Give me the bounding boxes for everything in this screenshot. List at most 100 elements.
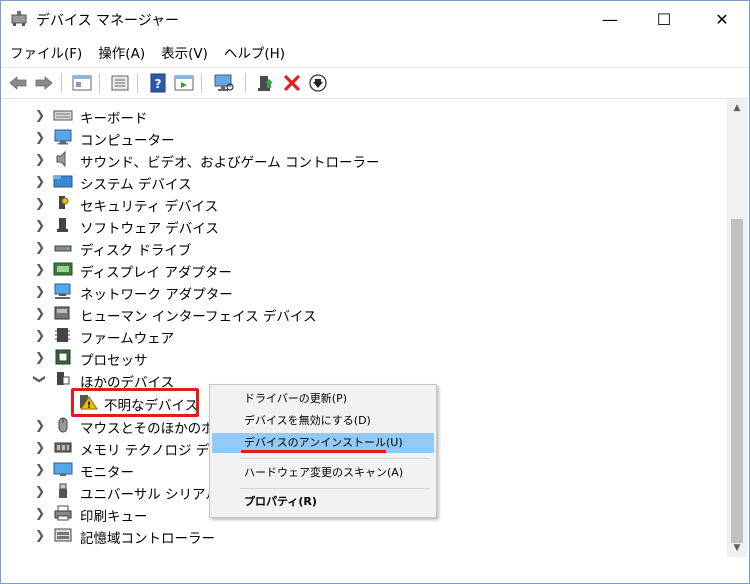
chevron-right-icon[interactable]: ❯ (34, 506, 46, 520)
tree-item-label: セキュリティ デバイス (80, 199, 219, 215)
toolbar: ? (1, 67, 749, 99)
toolbar-separator (61, 73, 62, 93)
uninstall-underline (241, 450, 386, 453)
minimize-button[interactable]: — (587, 1, 633, 37)
tree-item-computer[interactable]: ❯ コンピューター (1, 126, 721, 149)
other-devices-icon (57, 372, 70, 385)
back-arrow-icon[interactable] (7, 72, 29, 94)
storage-controller-icon (54, 528, 72, 542)
speaker-icon (56, 151, 66, 167)
action-icon[interactable] (173, 72, 195, 94)
chevron-right-icon[interactable]: ❯ (34, 262, 46, 276)
chevron-right-icon[interactable]: ❯ (34, 108, 46, 122)
tree-item-label: システム デバイス (80, 177, 192, 193)
update-driver-icon[interactable] (255, 72, 277, 94)
chevron-right-icon[interactable]: ❯ (34, 218, 46, 232)
context-item-label: プロパティ(R) (244, 495, 317, 508)
software-device-icon (57, 218, 68, 232)
mouse-icon (58, 417, 68, 433)
chevron-right-icon[interactable]: ❯ (34, 130, 46, 144)
system-folder-icon (53, 175, 73, 188)
maximize-button[interactable]: ☐ (641, 1, 687, 37)
context-separator (240, 488, 430, 489)
tree-item-hid[interactable]: ❯ ヒューマン インターフェイス デバイス (1, 302, 721, 325)
scroll-down-icon[interactable]: ▼ (727, 539, 747, 557)
chevron-right-icon[interactable]: ❯ (34, 328, 46, 342)
uninstall-x-icon[interactable] (281, 72, 303, 94)
vertical-scrollbar[interactable]: ▲ ▼ (727, 99, 747, 557)
tree-item-label: 記憶域コントローラー (80, 531, 215, 547)
tree-item-processor[interactable]: ❯ プロセッサ (1, 346, 721, 369)
download-icon[interactable] (307, 72, 329, 94)
properties-icon[interactable] (71, 72, 93, 94)
toolbar-separator (201, 73, 202, 93)
menu-bar: ファイル(F) 操作(A) 表示(V) ヘルプ(H) (1, 39, 749, 65)
chevron-right-icon[interactable]: ❯ (34, 484, 46, 498)
context-item-label: ドライバーの更新(P) (244, 392, 347, 405)
menu-help[interactable]: ヘルプ(H) (215, 42, 292, 62)
chevron-right-icon[interactable]: ❯ (34, 440, 46, 454)
context-update-driver[interactable]: ドライバーの更新(P) (212, 389, 434, 409)
tree-item-sound[interactable]: ❯ サウンド、ビデオ、およびゲーム コントローラー (1, 148, 721, 171)
chevron-right-icon[interactable]: ❯ (34, 284, 46, 298)
processor-icon (55, 349, 71, 365)
chevron-down-icon[interactable]: ❯ (33, 373, 47, 385)
tree-item-security[interactable]: ❯ セキュリティ デバイス (1, 192, 721, 215)
tree-item-label: プロセッサ (80, 353, 148, 369)
firmware-icon (55, 328, 70, 342)
tree-item-label: ネットワーク アダプター (80, 287, 233, 303)
usb-icon (59, 483, 67, 498)
tree-item-label: コンピューター (80, 133, 175, 149)
scroll-up-icon[interactable]: ▲ (727, 99, 747, 117)
forward-arrow-icon[interactable] (33, 72, 55, 94)
tree-item-label: マウスとそのほかのポイ (80, 421, 229, 437)
tree-item-disk[interactable]: ❯ ディスク ドライブ (1, 236, 721, 259)
tree-item-label: ディスク ドライブ (80, 243, 192, 259)
toolbar-separator (245, 73, 246, 93)
tree-item-label: モニター (80, 465, 134, 481)
chevron-right-icon[interactable]: ❯ (34, 462, 46, 476)
scrollbar-thumb[interactable] (731, 219, 743, 543)
bottom-bar (1, 557, 749, 583)
context-disable-device[interactable]: デバイスを無効にする(D) (212, 411, 434, 431)
computer-icon (54, 129, 72, 145)
menu-action[interactable]: 操作(A) (89, 42, 152, 62)
chevron-right-icon[interactable]: ❯ (34, 528, 46, 542)
chevron-right-icon[interactable]: ❯ (34, 350, 46, 364)
context-item-label: デバイスを無効にする(D) (244, 414, 371, 427)
tree-item-storage[interactable]: ❯ 記憶域コントローラー (1, 524, 721, 547)
monitor-icon (53, 462, 73, 476)
context-scan-hardware[interactable]: ハードウェア変更のスキャン(A) (212, 463, 434, 483)
chevron-right-icon[interactable]: ❯ (34, 174, 46, 188)
toolbar-separator (137, 73, 138, 93)
tree-item-keyboard[interactable]: ❯ キーボード (1, 104, 721, 127)
tree-item-firmware[interactable]: ❯ ファームウェア (1, 324, 721, 347)
context-separator (240, 458, 430, 459)
chevron-right-icon[interactable]: ❯ (34, 418, 46, 432)
title-bar[interactable]: デバイス マネージャー — ☐ ✕ (1, 1, 749, 37)
tree-item-label: ファームウェア (80, 331, 175, 347)
tree-item-display[interactable]: ❯ ディスプレイ アダプター (1, 258, 721, 281)
tree-item-label: サウンド、ビデオ、およびゲーム コントローラー (80, 155, 380, 171)
tree-item-software[interactable]: ❯ ソフトウェア デバイス (1, 214, 721, 237)
display-adapter-icon (53, 262, 73, 276)
tree-item-label: キーボード (80, 111, 148, 127)
toolbar-separator (99, 73, 100, 93)
hid-icon (54, 306, 70, 320)
chevron-right-icon[interactable]: ❯ (34, 196, 46, 210)
chevron-right-icon[interactable]: ❯ (34, 240, 46, 254)
menu-view[interactable]: 表示(V) (152, 42, 215, 62)
chevron-right-icon[interactable]: ❯ (34, 306, 46, 320)
context-properties[interactable]: プロパティ(R) (212, 492, 434, 512)
tree-item-label: 印刷キュー (80, 509, 148, 525)
tree-item-network[interactable]: ❯ ネットワーク アダプター (1, 280, 721, 303)
monitor-scan-icon[interactable] (213, 72, 235, 94)
show-hide-icon[interactable] (109, 72, 131, 94)
memory-icon (54, 442, 72, 453)
close-button[interactable]: ✕ (699, 1, 745, 37)
tree-item-system[interactable]: ❯ システム デバイス (1, 170, 721, 193)
tree-item-label: ディスプレイ アダプター (80, 265, 232, 281)
help-icon[interactable]: ? (147, 72, 169, 94)
chevron-right-icon[interactable]: ❯ (34, 152, 46, 166)
menu-file[interactable]: ファイル(F) (1, 42, 89, 62)
